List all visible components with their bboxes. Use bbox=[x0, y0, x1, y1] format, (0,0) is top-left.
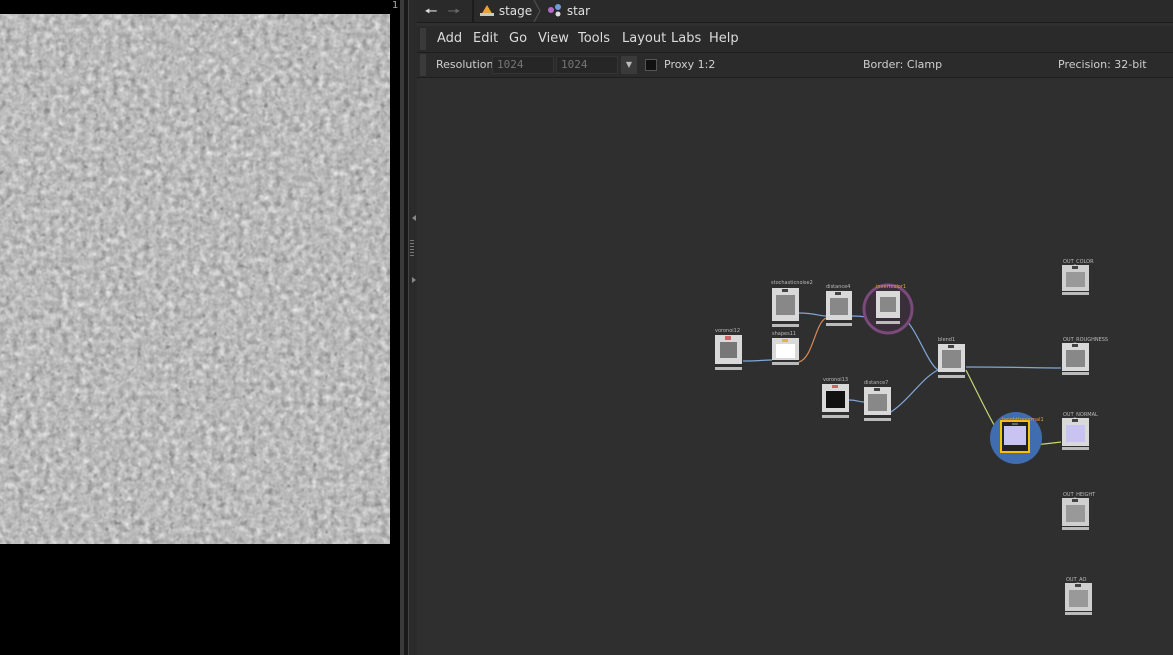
wire-noise-to-distance4 bbox=[798, 312, 827, 317]
node-out-ao[interactable] bbox=[1064, 582, 1093, 616]
node-thumbnail bbox=[864, 387, 891, 421]
wire-voronoi-to-shapes bbox=[742, 359, 773, 362]
stage-icon bbox=[480, 5, 494, 16]
toolbar-collapse-handle[interactable] bbox=[420, 54, 426, 76]
node-thumbnail bbox=[1062, 418, 1089, 450]
node-thumbnail bbox=[1062, 343, 1089, 375]
node-label-invertcolor1: invertcolor1 bbox=[876, 284, 907, 290]
cop-toolbar: Resolution ▼ Proxy 1:2 Border: Clamp Pre… bbox=[417, 53, 1173, 78]
menu-bar: Add Edit Go View Tools Layout Labs Help bbox=[417, 26, 1173, 53]
node-stochasticnoise2[interactable] bbox=[771, 287, 800, 329]
menu-go[interactable]: Go bbox=[509, 26, 527, 52]
node-shapes11[interactable] bbox=[771, 337, 800, 367]
image-viewer[interactable]: 1 bbox=[0, 0, 400, 655]
node-out-color[interactable] bbox=[1061, 264, 1090, 296]
collapse-right-icon[interactable] bbox=[412, 277, 416, 283]
node-out-height[interactable] bbox=[1061, 497, 1090, 531]
node-voronoi13[interactable] bbox=[821, 383, 850, 419]
node-network-canvas[interactable]: voronoi12 stochasticnoise2 shapes11 dist… bbox=[417, 78, 1173, 655]
node-voronoi12[interactable] bbox=[714, 334, 743, 372]
resolution-dropdown-icon[interactable]: ▼ bbox=[621, 56, 637, 74]
proxy-checkbox[interactable] bbox=[645, 59, 657, 71]
node-distance4[interactable] bbox=[825, 290, 853, 328]
breadcrumb-stage[interactable]: stage bbox=[479, 0, 532, 22]
breadcrumb-separator-icon bbox=[533, 0, 541, 22]
node-out-normal[interactable] bbox=[1061, 417, 1090, 451]
menu-labs[interactable]: Labs bbox=[671, 26, 701, 52]
wire-distance7-to-blend bbox=[890, 369, 939, 413]
proxy-label: Proxy 1:2 bbox=[664, 58, 716, 71]
node-distance7[interactable] bbox=[863, 386, 892, 422]
resolution-y-input[interactable] bbox=[556, 56, 618, 74]
menu-view[interactable]: View bbox=[538, 26, 569, 52]
splitter-grip-icon[interactable] bbox=[410, 240, 414, 258]
breadcrumb-stage-label: stage bbox=[498, 4, 533, 18]
node-thumbnail bbox=[1062, 265, 1089, 295]
menu-edit[interactable]: Edit bbox=[473, 26, 498, 52]
node-thumbnail bbox=[772, 338, 799, 365]
node-thumbnail bbox=[715, 335, 742, 370]
node-thumbnail bbox=[1062, 498, 1089, 530]
node-thumbnail bbox=[938, 344, 965, 378]
resolution-label: Resolution bbox=[436, 58, 494, 71]
node-thumbnail bbox=[826, 291, 852, 326]
menu-tools[interactable]: Tools bbox=[578, 26, 610, 52]
node-thumbnail bbox=[1065, 583, 1092, 615]
wire-blend-to-out-roughness bbox=[965, 366, 1062, 369]
node-out-roughness[interactable] bbox=[1061, 342, 1090, 376]
collapse-left-icon[interactable] bbox=[412, 215, 416, 221]
node-invertcolor1-selected[interactable] bbox=[861, 282, 915, 336]
node-blend[interactable] bbox=[937, 343, 966, 379]
resolution-x-input[interactable] bbox=[492, 56, 554, 74]
back-arrow-icon[interactable]: 🠔 bbox=[422, 2, 440, 20]
border-mode-label[interactable]: Border: Clamp bbox=[863, 53, 942, 77]
menubar-collapse-handle[interactable] bbox=[420, 28, 426, 50]
node-label-stochasticnoise2: stochasticnoise2 bbox=[771, 280, 813, 286]
node-thumbnail bbox=[822, 384, 849, 418]
viewer-noise-image bbox=[0, 14, 390, 544]
node-thumbnail bbox=[772, 288, 799, 327]
network-icon bbox=[548, 4, 561, 17]
wire-shapes-to-distance4 bbox=[798, 317, 827, 363]
viewer-corner-mark: 1 bbox=[392, 0, 399, 11]
breadcrumb-star-label: star bbox=[566, 4, 591, 18]
menu-add[interactable]: Add bbox=[437, 26, 462, 52]
breadcrumb-star[interactable]: star bbox=[547, 0, 590, 22]
precision-label[interactable]: Precision: 32-bit bbox=[1058, 53, 1147, 77]
node-label-heighttonormal1: heighttonormal1 bbox=[1002, 417, 1044, 423]
network-editor-pane: 🠔 🠖 stage star Add Edit Go View Tools La… bbox=[417, 0, 1173, 655]
menu-layout[interactable]: Layout bbox=[622, 26, 666, 52]
menu-help[interactable]: Help bbox=[709, 26, 739, 52]
path-bar: 🠔 🠖 stage star bbox=[417, 0, 1173, 23]
forward-arrow-icon[interactable]: 🠖 bbox=[445, 2, 463, 20]
wire-voronoi13-to-distance7 bbox=[848, 399, 865, 403]
